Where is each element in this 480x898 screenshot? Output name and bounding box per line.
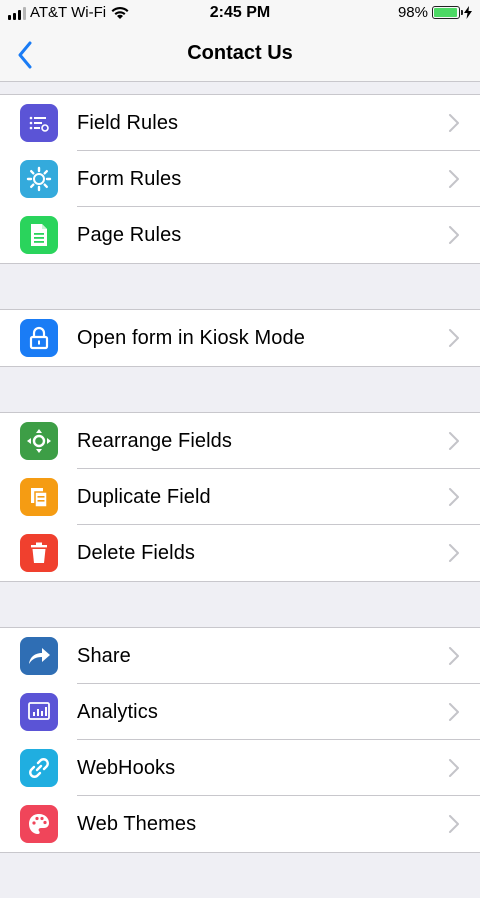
status-bar: AT&T Wi-Fi 2:45 PM 98% xyxy=(0,0,480,28)
list-item-share[interactable]: Share xyxy=(0,628,480,684)
list-item-kiosk-mode[interactable]: Open form in Kiosk Mode xyxy=(0,310,480,366)
navigation-bar: Contact Us xyxy=(0,28,480,82)
battery-percentage: 98% xyxy=(397,4,428,21)
list-item-web-themes[interactable]: Web Themes xyxy=(0,796,480,852)
document-icon xyxy=(20,216,58,254)
field-rules-icon xyxy=(20,104,58,142)
list-item-page-rules[interactable]: Page Rules xyxy=(0,207,480,263)
chevron-right-icon xyxy=(449,647,459,665)
analytics-icon xyxy=(20,693,58,731)
duplicate-icon xyxy=(20,478,58,516)
list-item-rearrange-fields[interactable]: Rearrange Fields xyxy=(0,413,480,469)
battery-icon xyxy=(432,6,463,19)
lock-icon xyxy=(20,319,58,357)
chevron-right-icon xyxy=(449,170,459,188)
chevron-right-icon xyxy=(449,703,459,721)
chevron-right-icon xyxy=(449,544,459,562)
move-icon xyxy=(20,422,58,460)
chevron-right-icon xyxy=(449,114,459,132)
gear-icon xyxy=(20,160,58,198)
list-item-label: Open form in Kiosk Mode xyxy=(77,327,305,349)
list-item-label: Form Rules xyxy=(77,168,182,190)
trash-icon xyxy=(20,534,58,572)
list-item-field-rules[interactable]: Field Rules xyxy=(0,95,480,151)
settings-list: Field Rules Form Rules Page Rules Open f… xyxy=(0,94,480,898)
list-item-duplicate-field[interactable]: Duplicate Field xyxy=(0,469,480,525)
list-item-label: Analytics xyxy=(77,701,158,723)
fields-group: Rearrange Fields Duplicate Field Delete … xyxy=(0,412,480,582)
list-item-label: Field Rules xyxy=(77,112,179,134)
palette-icon xyxy=(20,805,58,843)
list-item-label: WebHooks xyxy=(77,757,176,779)
kiosk-group: Open form in Kiosk Mode xyxy=(0,309,480,367)
list-item-analytics[interactable]: Analytics xyxy=(0,684,480,740)
list-item-label: Page Rules xyxy=(77,224,182,246)
list-item-label: Duplicate Field xyxy=(77,486,211,508)
chevron-right-icon xyxy=(449,432,459,450)
link-icon xyxy=(20,749,58,787)
chevron-right-icon xyxy=(449,226,459,244)
list-item-webhooks[interactable]: WebHooks xyxy=(0,740,480,796)
share-icon xyxy=(20,637,58,675)
list-item-form-rules[interactable]: Form Rules xyxy=(0,151,480,207)
list-item-label: Rearrange Fields xyxy=(77,430,233,452)
list-item-label: Delete Fields xyxy=(77,542,196,564)
chevron-right-icon xyxy=(449,815,459,833)
chevron-right-icon xyxy=(449,488,459,506)
list-item-delete-fields[interactable]: Delete Fields xyxy=(0,525,480,581)
status-right: 98% xyxy=(398,4,472,21)
chevron-right-icon xyxy=(449,329,459,347)
list-item-label: Share xyxy=(77,645,131,667)
list-item-label: Web Themes xyxy=(77,813,197,835)
charging-bolt-icon xyxy=(464,6,472,19)
rules-group: Field Rules Form Rules Page Rules xyxy=(0,94,480,264)
page-title: Contact Us xyxy=(187,42,293,64)
integrations-group: Share Analytics WebHooks Web Themes xyxy=(0,627,480,853)
chevron-right-icon xyxy=(449,759,459,777)
